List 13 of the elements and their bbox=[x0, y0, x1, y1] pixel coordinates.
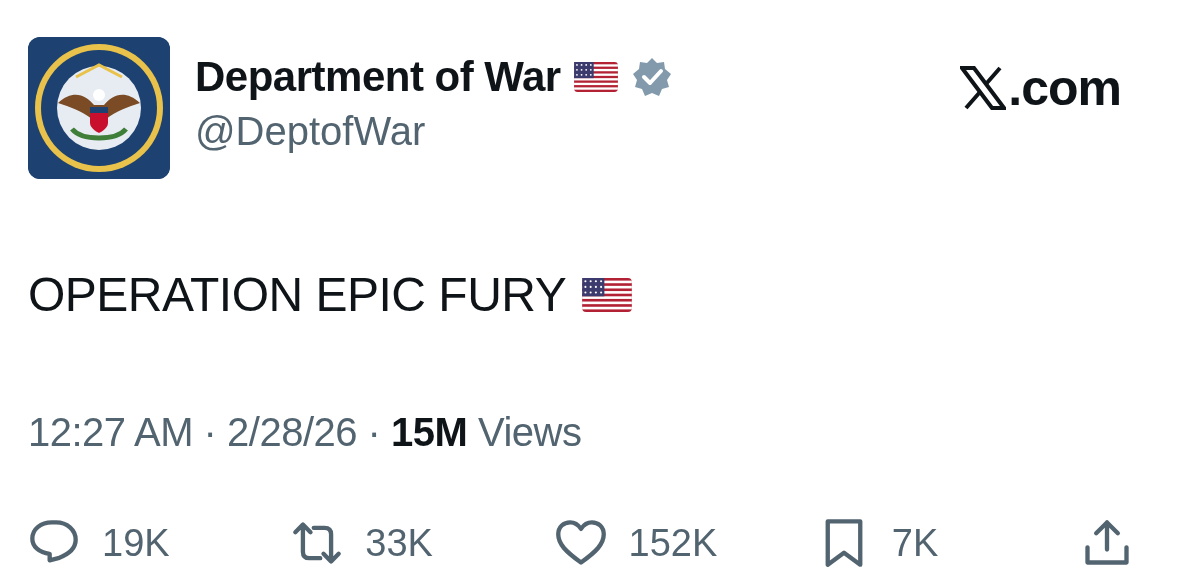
post-meta: 12:27 AM · 2/28/26 · 15M Views bbox=[28, 410, 583, 455]
brand-domain: .com bbox=[1008, 59, 1121, 117]
author-name[interactable]: Department of War bbox=[195, 53, 561, 101]
repost-button[interactable]: 33K bbox=[291, 517, 542, 569]
x-logo-icon bbox=[960, 66, 1007, 110]
flag-icon bbox=[582, 277, 633, 312]
flag-icon bbox=[572, 62, 619, 92]
post-text: OPERATION EPIC FURY bbox=[28, 267, 567, 322]
seal-icon bbox=[28, 37, 170, 179]
author-handle[interactable]: @DeptofWar bbox=[195, 109, 936, 154]
reply-button[interactable]: 19K bbox=[28, 517, 278, 569]
like-button[interactable]: 152K bbox=[554, 517, 805, 569]
bookmark-button[interactable]: 7K bbox=[817, 517, 1068, 569]
